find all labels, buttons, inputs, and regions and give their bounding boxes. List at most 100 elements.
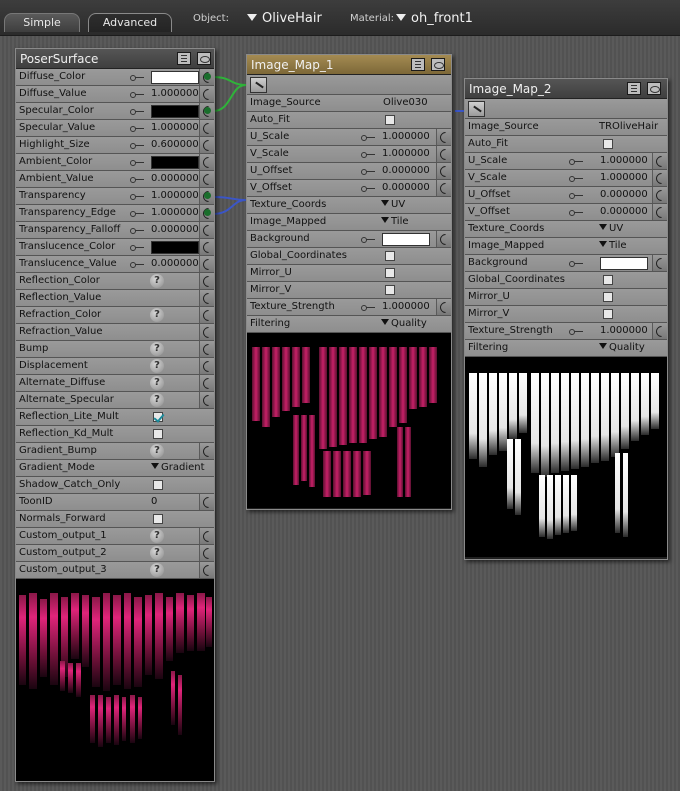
param-value-highlight-size[interactable]: 0.600000 bbox=[151, 137, 199, 153]
link-key-icon[interactable] bbox=[361, 152, 375, 158]
help-icon[interactable]: ? bbox=[150, 529, 164, 543]
link-key-icon[interactable] bbox=[130, 194, 144, 200]
input-plug-icon[interactable] bbox=[199, 443, 214, 459]
input-plug-icon[interactable] bbox=[199, 256, 214, 272]
input-plug-icon[interactable] bbox=[199, 562, 214, 578]
param-row-mirror-v[interactable]: Mirror_V bbox=[465, 306, 667, 323]
checkbox-auto-fit[interactable] bbox=[385, 115, 395, 125]
param-value-v-scale[interactable]: 1.000000 bbox=[600, 170, 648, 186]
param-row-v-scale[interactable]: V_Scale 1.000000 bbox=[247, 146, 451, 163]
checkbox-mirror-v[interactable] bbox=[603, 309, 613, 319]
dropdown-filtering[interactable]: Quality bbox=[599, 340, 645, 356]
param-row-ambient-color[interactable]: Ambient_Color bbox=[16, 154, 214, 171]
input-plug-icon[interactable] bbox=[652, 204, 667, 220]
param-row-custom-output-1[interactable]: Custom_output_1? bbox=[16, 528, 214, 545]
param-row-gradient-bump[interactable]: Gradient_Bump? bbox=[16, 443, 214, 460]
param-row-displacement[interactable]: Displacement? bbox=[16, 358, 214, 375]
param-row-mirror-u[interactable]: Mirror_U bbox=[465, 289, 667, 306]
param-row-u-offset[interactable]: U_Offset 0.000000 bbox=[247, 163, 451, 180]
dropdown-texture-coords[interactable]: UV bbox=[381, 197, 405, 213]
input-plug-icon[interactable] bbox=[199, 188, 214, 204]
param-value-u-offset[interactable]: 0.000000 bbox=[382, 163, 430, 179]
help-icon[interactable]: ? bbox=[150, 308, 164, 322]
link-key-icon[interactable] bbox=[130, 211, 144, 217]
param-value-v-offset[interactable]: 0.000000 bbox=[382, 180, 430, 196]
link-key-icon[interactable] bbox=[569, 193, 583, 199]
input-plug-icon[interactable] bbox=[199, 120, 214, 136]
checkbox-reflection-kd-mult[interactable] bbox=[153, 429, 163, 439]
param-row-image-mapped[interactable]: Image_Mapped Tile bbox=[247, 214, 451, 231]
param-row-texture-coords[interactable]: Texture_Coords UV bbox=[247, 197, 451, 214]
param-row-shadow-catch-only[interactable]: Shadow_Catch_Only bbox=[16, 477, 214, 494]
input-plug-icon[interactable] bbox=[436, 163, 451, 179]
param-row-toonid[interactable]: ToonID 0 bbox=[16, 494, 214, 511]
param-row-texture-strength[interactable]: Texture_Strength 1.000000 bbox=[247, 299, 451, 316]
input-plug-icon[interactable] bbox=[199, 69, 214, 85]
image-map-2-node[interactable]: Image_Map_2 Image_Source TROliveHair Auto_… bbox=[464, 78, 668, 560]
param-row-image-mapped[interactable]: Image_Mapped Tile bbox=[465, 238, 667, 255]
param-row-bump[interactable]: Bump? bbox=[16, 341, 214, 358]
link-key-icon[interactable] bbox=[130, 75, 144, 81]
param-row-auto-fit[interactable]: Auto_Fit bbox=[247, 112, 451, 129]
input-plug-icon[interactable] bbox=[199, 154, 214, 170]
link-key-icon[interactable] bbox=[569, 261, 583, 267]
param-row-transparency-falloff[interactable]: Transparency_Falloff 0.000000 bbox=[16, 222, 214, 239]
input-plug-icon[interactable] bbox=[199, 324, 214, 340]
checkbox-mirror-v[interactable] bbox=[385, 285, 395, 295]
input-plug-icon[interactable] bbox=[199, 392, 214, 408]
checkbox-shadow-catch-only[interactable] bbox=[153, 480, 163, 490]
link-key-icon[interactable] bbox=[569, 159, 583, 165]
param-row-texture-coords[interactable]: Texture_Coords UV bbox=[465, 221, 667, 238]
image-map-output-button[interactable] bbox=[247, 75, 451, 95]
input-plug-icon[interactable] bbox=[436, 146, 451, 162]
checkbox-reflection-lite-mult[interactable] bbox=[153, 412, 163, 422]
param-value-image-source[interactable]: Olive030 bbox=[383, 95, 428, 111]
param-row-specular-value[interactable]: Specular_Value 1.000000 bbox=[16, 120, 214, 137]
help-icon[interactable]: ? bbox=[150, 376, 164, 390]
param-row-global-coordinates[interactable]: Global_Coordinates bbox=[465, 272, 667, 289]
param-value-v-offset[interactable]: 0.000000 bbox=[600, 204, 648, 220]
param-row-auto-fit[interactable]: Auto_Fit bbox=[465, 136, 667, 153]
param-row-highlight-size[interactable]: Highlight_Size 0.600000 bbox=[16, 137, 214, 154]
color-swatch-ambient-color[interactable] bbox=[151, 156, 199, 169]
param-row-global-coordinates[interactable]: Global_Coordinates bbox=[247, 248, 451, 265]
input-plug-icon[interactable] bbox=[199, 103, 214, 119]
link-key-icon[interactable] bbox=[361, 186, 375, 192]
input-plug-icon[interactable] bbox=[436, 180, 451, 196]
image-map-output-button[interactable] bbox=[465, 99, 667, 119]
param-row-filtering[interactable]: Filtering Quality bbox=[465, 340, 667, 357]
param-value-transparency-edge[interactable]: 1.000000 bbox=[151, 205, 199, 221]
eye-icon[interactable] bbox=[647, 82, 661, 95]
color-swatch-specular-color[interactable] bbox=[151, 105, 199, 118]
color-swatch-diffuse-color[interactable] bbox=[151, 71, 199, 84]
dropdown-image-mapped[interactable]: Tile bbox=[381, 214, 409, 230]
help-icon[interactable]: ? bbox=[150, 342, 164, 356]
param-row-reflection-kd-mult[interactable]: Reflection_Kd_Mult bbox=[16, 426, 214, 443]
link-key-icon[interactable] bbox=[130, 245, 144, 251]
param-row-transparency[interactable]: Transparency 1.000000 bbox=[16, 188, 214, 205]
help-icon[interactable]: ? bbox=[150, 546, 164, 560]
param-row-normals-forward[interactable]: Normals_Forward bbox=[16, 511, 214, 528]
dropdown-image-mapped[interactable]: Tile bbox=[599, 238, 627, 254]
param-row-u-offset[interactable]: U_Offset 0.000000 bbox=[465, 187, 667, 204]
param-row-diffuse-value[interactable]: Diffuse_Value 1.000000 bbox=[16, 86, 214, 103]
param-value-u-offset[interactable]: 0.000000 bbox=[600, 187, 648, 203]
param-row-translucence-color[interactable]: Translucence_Color bbox=[16, 239, 214, 256]
link-key-icon[interactable] bbox=[569, 210, 583, 216]
help-icon[interactable]: ? bbox=[150, 393, 164, 407]
link-key-icon[interactable] bbox=[569, 329, 583, 335]
link-key-icon[interactable] bbox=[130, 92, 144, 98]
input-plug-icon[interactable] bbox=[199, 290, 214, 306]
input-plug-icon[interactable] bbox=[652, 187, 667, 203]
input-plug-icon[interactable] bbox=[436, 129, 451, 145]
input-plug-icon[interactable] bbox=[436, 299, 451, 315]
eye-icon[interactable] bbox=[431, 58, 445, 71]
help-icon[interactable]: ? bbox=[150, 563, 164, 577]
param-row-u-scale[interactable]: U_Scale 1.000000 bbox=[247, 129, 451, 146]
param-value-toonid[interactable]: 0 bbox=[151, 494, 157, 510]
param-row-v-scale[interactable]: V_Scale 1.000000 bbox=[465, 170, 667, 187]
param-row-image-source[interactable]: Image_Source TROliveHair bbox=[465, 119, 667, 136]
list-icon[interactable] bbox=[177, 52, 191, 65]
link-key-icon[interactable] bbox=[361, 169, 375, 175]
help-icon[interactable]: ? bbox=[150, 274, 164, 288]
